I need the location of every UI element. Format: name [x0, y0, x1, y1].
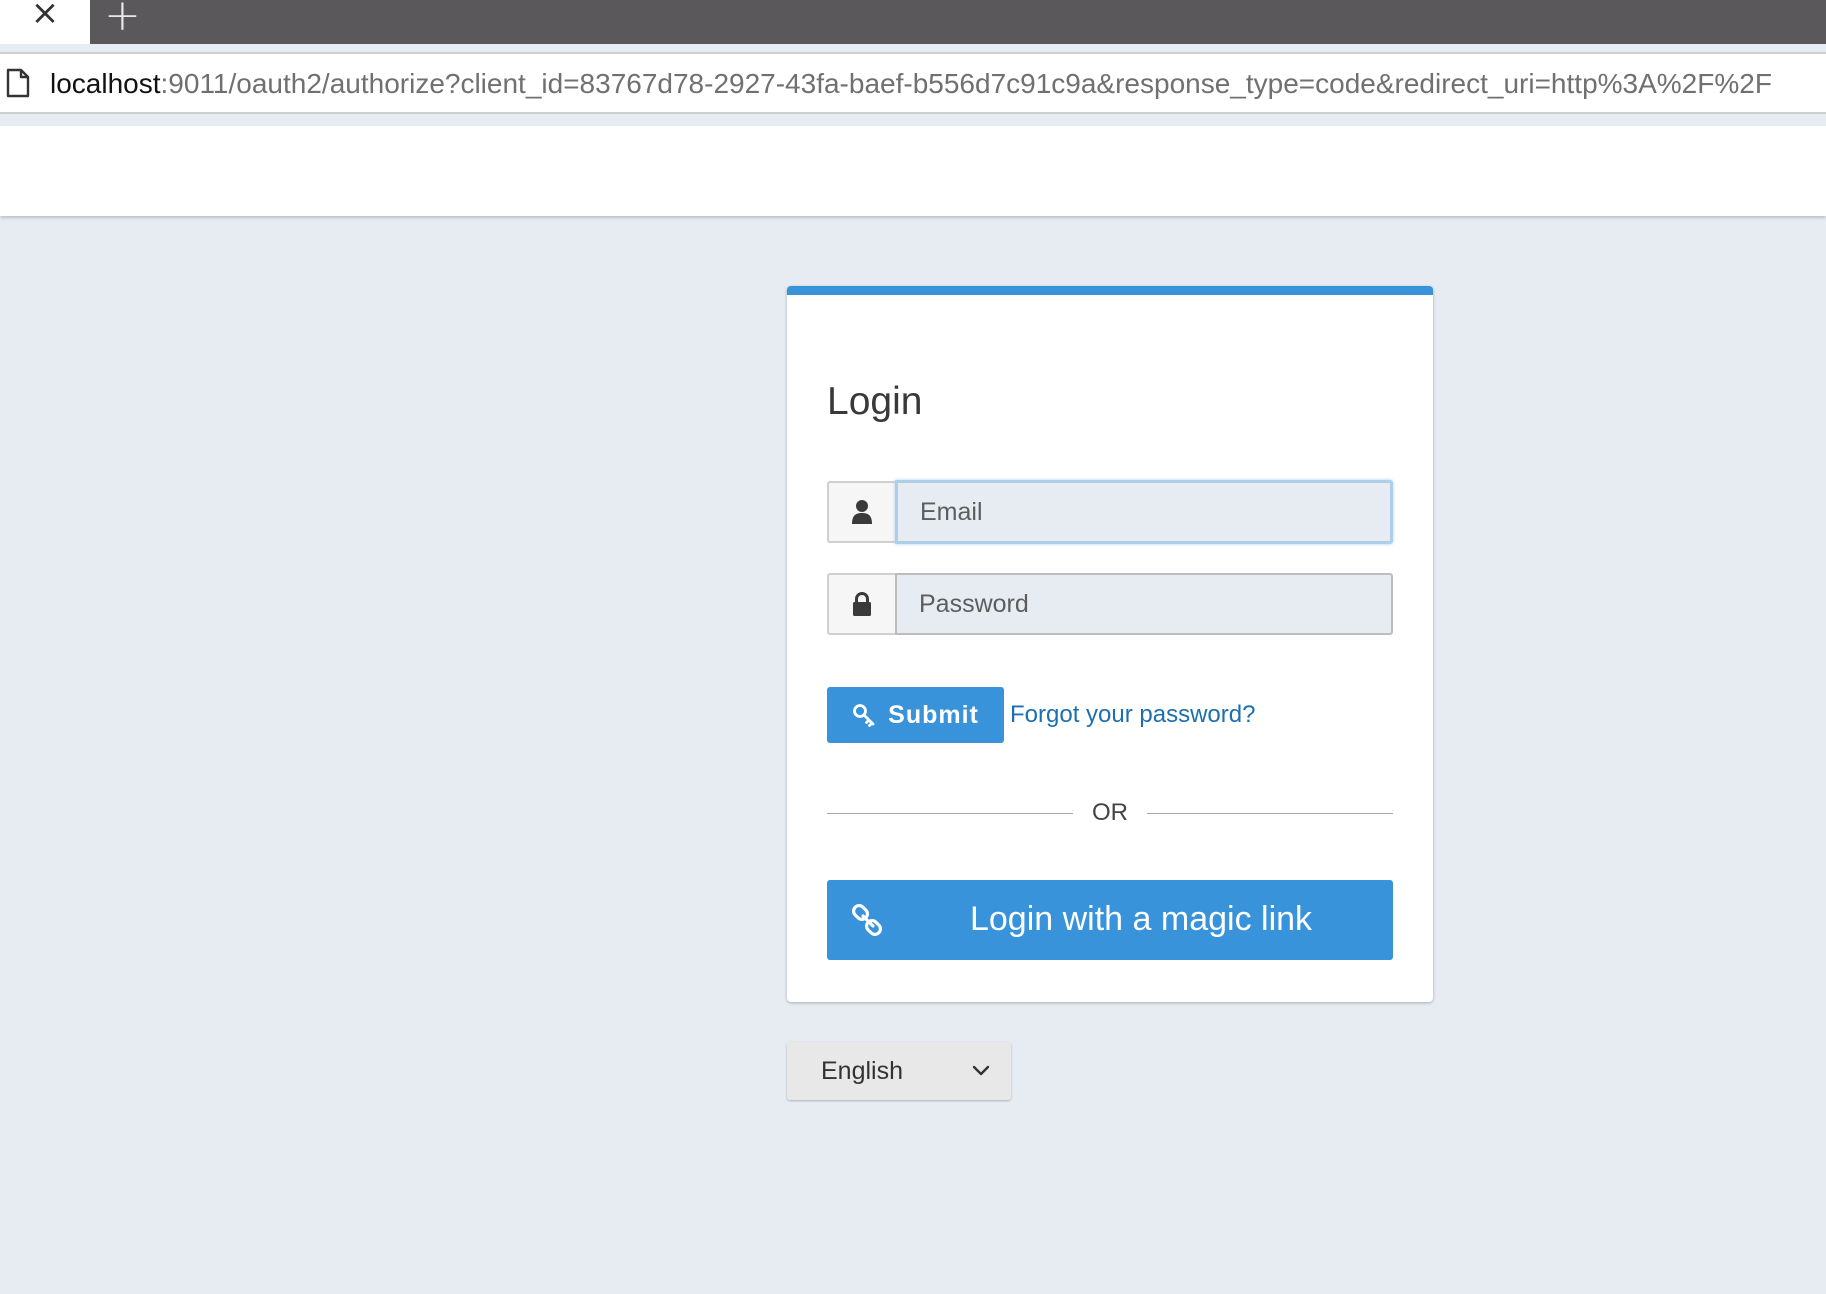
- language-selected-value: English: [821, 1056, 903, 1085]
- email-input-group: [827, 480, 1393, 544]
- browser-tab[interactable]: ×: [0, 0, 90, 44]
- magic-link-label: Login with a magic link: [969, 900, 1313, 938]
- browser-tab-strip: × +: [0, 0, 1826, 44]
- key-icon: [853, 704, 875, 727]
- divider-line-left: [827, 813, 1073, 814]
- page-icon: [6, 68, 30, 98]
- url-text[interactable]: localhost:9011/oauth2/authorize?client_i…: [50, 68, 1772, 100]
- language-select[interactable]: English: [787, 1042, 1011, 1100]
- chevron-down-icon: [972, 1065, 990, 1076]
- email-addon: [827, 481, 895, 543]
- password-input[interactable]: [895, 573, 1393, 635]
- submit-button[interactable]: Submit: [827, 687, 1004, 743]
- submit-label: Submit: [888, 700, 979, 729]
- url-host: localhost: [50, 68, 161, 99]
- user-icon: [852, 500, 872, 524]
- lock-icon: [853, 592, 871, 616]
- password-addon: [827, 573, 895, 635]
- new-tab-icon[interactable]: +: [104, 0, 141, 38]
- login-card: Login Submit Forgot your password? OR: [787, 286, 1433, 1002]
- or-label: OR: [1092, 799, 1128, 826]
- forgot-password-link[interactable]: Forgot your password?: [1010, 701, 1255, 729]
- address-bar[interactable]: localhost:9011/oauth2/authorize?client_i…: [0, 52, 1826, 114]
- url-path: :9011/oauth2/authorize?client_id=83767d7…: [160, 68, 1772, 99]
- email-input[interactable]: [895, 480, 1393, 544]
- page-header: [0, 126, 1826, 216]
- or-divider: OR: [827, 799, 1393, 827]
- magic-link-button[interactable]: Login with a magic link: [827, 880, 1393, 960]
- page-title: Login: [827, 380, 923, 423]
- password-input-group: [827, 573, 1393, 635]
- close-tab-icon[interactable]: ×: [31, 0, 60, 30]
- divider-line-right: [1147, 813, 1393, 814]
